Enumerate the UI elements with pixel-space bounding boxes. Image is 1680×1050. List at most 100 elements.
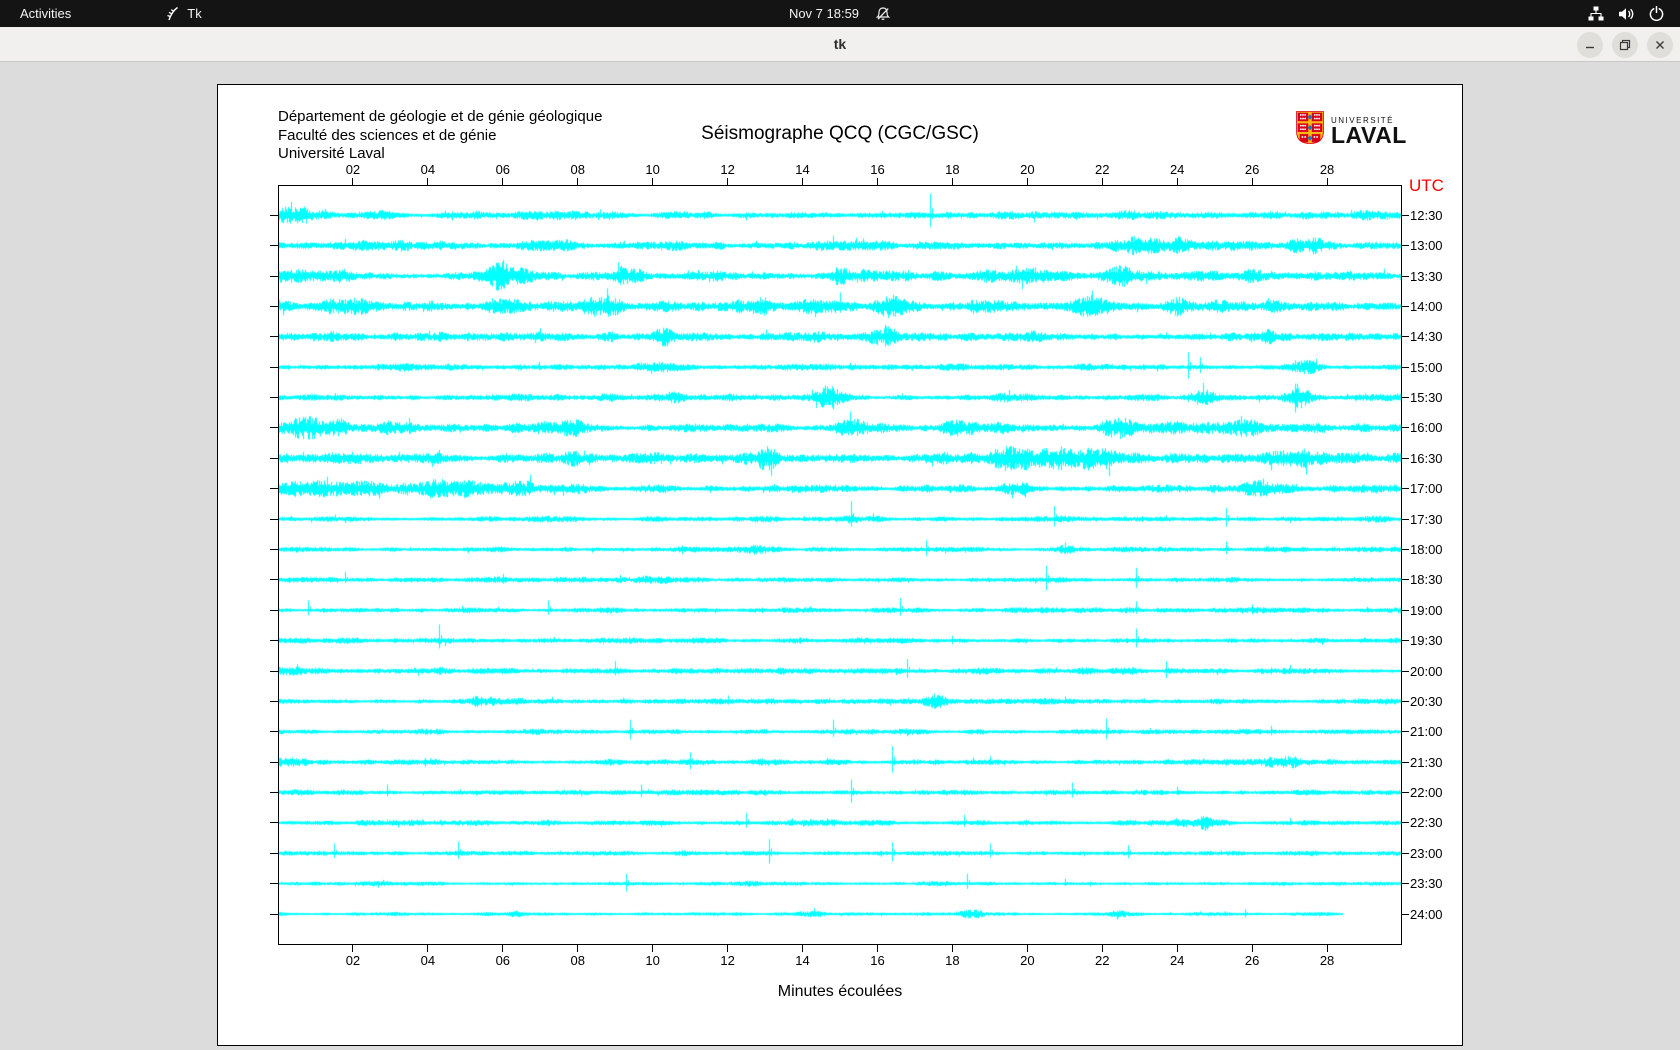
bottom-axis-tick-label: 10 <box>645 953 660 968</box>
left-row-tick <box>270 427 278 429</box>
bottom-axis-tick-label: 06 <box>495 953 511 968</box>
trace-time-label: 17:30 <box>1410 511 1443 527</box>
top-axis-tick <box>876 178 878 185</box>
bottom-axis-tick <box>1251 945 1253 952</box>
right-row-tick <box>1402 761 1409 763</box>
left-row-tick <box>270 700 278 702</box>
trace-time-label: 19:00 <box>1410 602 1443 618</box>
bottom-axis-tick <box>502 945 504 952</box>
left-row-tick <box>270 548 278 550</box>
right-row-tick <box>1402 913 1409 915</box>
desktop: Activities Tk Nov 7 18:59 tk Département… <box>0 0 1680 1050</box>
right-row-tick <box>1402 670 1409 672</box>
bottom-axis-tick <box>427 945 429 952</box>
top-axis-tick <box>352 178 354 185</box>
trace-time-label: 17:00 <box>1410 481 1443 497</box>
left-row-tick <box>270 883 278 885</box>
top-axis-tick-label: 16 <box>870 162 885 177</box>
right-row-tick <box>1402 852 1409 854</box>
trace-time-label: 13:00 <box>1410 238 1443 254</box>
clock-label: Nov 7 18:59 <box>788 6 860 21</box>
left-row-tick <box>270 852 278 854</box>
top-axis-tick-label: 22 <box>1095 162 1110 177</box>
window-title-bar[interactable]: tk <box>0 27 1680 62</box>
left-row-tick <box>270 305 278 307</box>
left-row-tick <box>270 336 278 338</box>
right-row-tick <box>1402 822 1409 824</box>
right-row-tick <box>1402 609 1409 611</box>
right-row-tick <box>1402 214 1409 216</box>
top-axis-tick-label: 14 <box>795 162 810 177</box>
left-row-tick <box>270 609 278 611</box>
right-row-tick <box>1402 548 1409 550</box>
right-row-tick <box>1402 305 1409 307</box>
trace-time-label: 14:30 <box>1410 329 1443 345</box>
close-button[interactable] <box>1647 31 1673 58</box>
top-axis-tick-label: 24 <box>1169 162 1185 177</box>
trace-time-label: 22:30 <box>1410 815 1443 831</box>
minimize-button[interactable] <box>1577 31 1603 58</box>
system-tray[interactable] <box>1588 0 1680 27</box>
bottom-axis-tick-label: 14 <box>795 953 810 968</box>
window-content: Département de géologie et de génie géol… <box>0 62 1680 1050</box>
right-row-tick <box>1402 731 1409 733</box>
bottom-axis-tick-label: 22 <box>1095 953 1110 968</box>
top-axis-tick-label: 08 <box>570 162 585 177</box>
trace-time-label: 22:00 <box>1410 785 1443 801</box>
left-row-tick <box>270 579 278 581</box>
right-row-tick <box>1402 336 1409 338</box>
top-axis-tick <box>1326 178 1328 185</box>
trace-time-label: 23:00 <box>1410 845 1443 861</box>
top-axis-tick-label: 12 <box>720 162 735 177</box>
utc-label: UTC <box>1409 176 1444 195</box>
bottom-axis-tick-label: 20 <box>1020 953 1035 968</box>
top-axis-tick-label: 26 <box>1244 162 1260 177</box>
bottom-axis-tick <box>951 945 953 952</box>
bottom-axis-tick <box>352 945 354 952</box>
right-row-tick <box>1402 488 1409 490</box>
clock-area[interactable]: Nov 7 18:59 <box>0 0 1680 27</box>
top-axis-tick-label: 28 <box>1319 162 1335 177</box>
top-axis-tick <box>1101 178 1103 185</box>
left-row-tick <box>270 640 278 642</box>
bottom-axis-tick-label: 16 <box>870 953 885 968</box>
trace-time-label: 16:30 <box>1410 450 1443 466</box>
window-title: tk <box>833 36 847 52</box>
bottom-axis-tick-label: 18 <box>945 953 960 968</box>
trace-time-label: 24:00 <box>1410 906 1443 922</box>
bottom-axis-tick <box>652 945 654 952</box>
left-row-tick <box>270 913 278 915</box>
bottom-axis-tick <box>1326 945 1328 952</box>
network-icon <box>1588 6 1604 21</box>
left-row-tick <box>270 366 278 368</box>
top-axis-tick <box>802 178 804 185</box>
left-row-tick <box>270 245 278 247</box>
bottom-axis-tick-label: 24 <box>1169 953 1185 968</box>
left-row-tick <box>270 670 278 672</box>
top-axis-tick-label: 02 <box>345 162 361 177</box>
top-axis-tick-label: 20 <box>1020 162 1035 177</box>
trace-time-label: 18:30 <box>1410 572 1443 588</box>
page-title: Séismographe QCQ (CGC/GSC) <box>701 123 979 144</box>
right-row-tick <box>1402 245 1409 247</box>
bottom-axis-tick <box>727 945 729 952</box>
bottom-axis-tick-label: 08 <box>570 953 585 968</box>
trace-time-label: 18:00 <box>1410 541 1443 557</box>
trace-time-label: 20:00 <box>1410 663 1443 679</box>
top-axis-tick-label: 04 <box>420 162 436 177</box>
right-row-tick <box>1402 518 1409 520</box>
right-row-tick <box>1402 427 1409 429</box>
left-row-tick <box>270 792 278 794</box>
bottom-axis-tick <box>802 945 804 952</box>
top-axis-tick-label: 10 <box>645 162 660 177</box>
trace-time-label: 13:30 <box>1410 268 1443 284</box>
right-row-tick <box>1402 275 1409 277</box>
top-axis-tick <box>1251 178 1253 185</box>
bottom-axis-tick-label: 04 <box>420 953 436 968</box>
bottom-axis-tick-label: 12 <box>720 953 735 968</box>
bottom-axis-tick <box>876 945 878 952</box>
right-row-tick <box>1402 366 1409 368</box>
window-controls <box>1577 27 1673 62</box>
maximize-button[interactable] <box>1612 31 1638 58</box>
top-axis-tick <box>652 178 654 185</box>
